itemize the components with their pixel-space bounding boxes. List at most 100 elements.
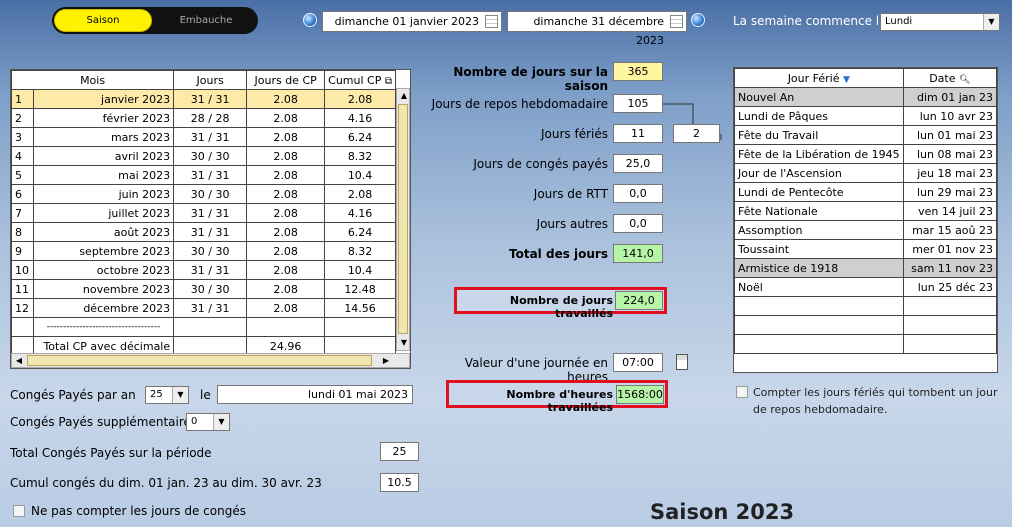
search-icon[interactable]: 🔍︎ [959, 75, 970, 85]
month-days: 31 / 31 [173, 203, 248, 223]
col-header-date[interactable]: Date 🔍︎ [902, 68, 998, 88]
week-start-select[interactable]: Lundi ▼ [880, 13, 1000, 31]
col-header-cumul-cp[interactable]: Cumul CP ⧉ [324, 70, 396, 90]
scroll-left-icon[interactable]: ◀ [12, 354, 26, 368]
col-header-jours[interactable]: Jours [173, 70, 248, 90]
table-row[interactable]: 2 février 2023 28 / 28 2.08 4.16 [11, 108, 396, 128]
month-name: juillet 2023 [32, 203, 175, 223]
table-row[interactable]: Noël lun 25 déc 23 [734, 277, 998, 297]
table-row[interactable]: 11 novembre 2023 30 / 30 2.08 12.48 [11, 279, 396, 299]
chevron-down-icon[interactable]: ▼ [172, 387, 188, 403]
table-row[interactable]: 1 janvier 2023 31 / 31 2.08 2.08 [11, 89, 396, 109]
table-row[interactable]: Nouvel An dim 01 jan 23 [734, 87, 998, 107]
month-days: 30 / 30 [173, 184, 248, 204]
horizontal-scrollbar[interactable]: ◀ ▶ [11, 353, 410, 368]
holidays-table: Jour Férié ▼ Date 🔍︎ Nouvel An dim 01 jan… [734, 68, 998, 354]
total-cp-periode-label: Total Congés Payés sur la période [10, 446, 212, 460]
table-row[interactable]: Assomption mar 15 aoû 23 [734, 220, 998, 240]
col-header-jour-ferie[interactable]: Jour Férié ▼ [734, 68, 904, 88]
vertical-scrollbar[interactable]: ▲ ▼ [396, 88, 410, 351]
holiday-name: Lundi de Pâques [734, 106, 904, 126]
table-row[interactable]: 3 mars 2023 31 / 31 2.08 6.24 [11, 127, 396, 147]
month-name: décembre 2023 [32, 298, 175, 318]
holiday-date: lun 01 mai 23 [902, 125, 998, 145]
copy-icon[interactable]: ⧉ [385, 76, 392, 87]
month-cumul: 8.32 [324, 241, 396, 261]
col-header-jours-cp[interactable]: Jours de CP [246, 70, 326, 90]
cumul-header-label: Cumul CP [328, 73, 382, 87]
cp-days-label: Jours de congés payés [473, 157, 608, 171]
cp-supp-value: 0 [191, 416, 198, 427]
table-row[interactable]: Lundi de Pentecôte lun 29 mai 23 [734, 182, 998, 202]
globe-icon[interactable] [691, 13, 705, 27]
table-row[interactable]: Fête du Travail lun 01 mai 23 [734, 125, 998, 145]
mode-toggle[interactable]: Saison Embauche [52, 7, 258, 34]
chevron-down-icon[interactable]: ▼ [983, 14, 999, 30]
scroll-thumb[interactable] [398, 104, 408, 334]
month-cumul: 12.48 [324, 279, 396, 299]
month-name: janvier 2023 [32, 89, 175, 109]
calculator-icon[interactable] [676, 354, 688, 370]
month-days: 30 / 30 [173, 279, 248, 299]
scroll-right-icon[interactable]: ▶ [379, 354, 393, 368]
end-date-field[interactable]: dimanche 31 décembre 2023 [507, 11, 687, 47]
month-cp: 2.08 [246, 260, 326, 280]
holiday-name: Fête du Travail [734, 125, 904, 145]
month-cp: 2.08 [246, 298, 326, 318]
table-row[interactable]: Lundi de Pâques lun 10 avr 23 [734, 106, 998, 126]
table-row[interactable]: 4 avril 2023 30 / 30 2.08 8.32 [11, 146, 396, 166]
cp-supp-select[interactable]: 0 ▼ [186, 413, 230, 431]
month-days: 31 / 31 [173, 127, 248, 147]
chevron-down-icon[interactable]: ▼ [213, 414, 229, 430]
table-row[interactable]: Armistice de 1918 sam 11 nov 23 [734, 258, 998, 278]
table-row[interactable]: Fête Nationale ven 14 juil 23 [734, 201, 998, 221]
holiday-date: mar 15 aoû 23 [902, 220, 998, 240]
scroll-up-icon[interactable]: ▲ [397, 89, 411, 103]
month-name: août 2023 [32, 222, 175, 242]
toggle-saison[interactable]: Saison [54, 9, 152, 32]
scroll-down-icon[interactable]: ▼ [397, 336, 411, 350]
table-row[interactable]: 6 juin 2023 30 / 30 2.08 2.08 [11, 184, 396, 204]
month-days: 31 / 31 [173, 260, 248, 280]
week-start-value: Lundi [885, 16, 913, 27]
repos-label: Jours de repos hebdomadaire [431, 97, 608, 111]
date-header-label: Date [929, 71, 956, 85]
cp-par-an-select[interactable]: 25 ▼ [145, 386, 189, 404]
month-cumul: 2.08 [324, 184, 396, 204]
month-name: juin 2023 [32, 184, 175, 204]
month-days: 31 / 31 [173, 222, 248, 242]
cumul-conges-label: Cumul congés du dim. 01 jan. 23 au dim. … [10, 476, 322, 490]
globe-icon[interactable] [303, 13, 317, 27]
table-row[interactable]: 10 octobre 2023 31 / 31 2.08 10.4 [11, 260, 396, 280]
holiday-name: Assomption [734, 220, 904, 240]
table-row[interactable]: 12 décembre 2023 31 / 31 2.08 14.56 [11, 298, 396, 318]
holiday-date: lun 08 mai 23 [902, 144, 998, 164]
table-row[interactable]: 7 juillet 2023 31 / 31 2.08 4.16 [11, 203, 396, 223]
cp-date-field[interactable]: lundi 01 mai 2023 [217, 385, 413, 404]
no-count-checkbox[interactable] [13, 505, 25, 517]
month-days: 28 / 28 [173, 108, 248, 128]
holiday-name: Fête de la Libération de 1945 [734, 144, 904, 164]
table-row[interactable]: Fête de la Libération de 1945 lun 08 mai … [734, 144, 998, 164]
month-cumul: 6.24 [324, 222, 396, 242]
month-index: 2 [11, 108, 34, 128]
day-hours-field[interactable]: 07:00 [613, 353, 663, 372]
table-row[interactable]: Jour de l'Ascension jeu 18 mai 23 [734, 163, 998, 183]
col-header-mois[interactable]: Mois [10, 70, 175, 90]
holiday-date: sam 11 nov 23 [902, 258, 998, 278]
table-row[interactable]: 8 août 2023 31 / 31 2.08 6.24 [11, 222, 396, 242]
start-date-field[interactable]: dimanche 01 janvier 2023 [322, 11, 502, 32]
calendar-icon[interactable] [670, 15, 683, 28]
worked-days-label: Nombre de jours travaillés [509, 294, 613, 320]
separator: ----------------------------------- [32, 317, 175, 337]
month-cp: 2.08 [246, 184, 326, 204]
table-row[interactable]: 5 mai 2023 31 / 31 2.08 10.4 [11, 165, 396, 185]
calendar-icon[interactable] [485, 15, 498, 28]
filter-icon[interactable]: ▼ [843, 75, 850, 85]
hscroll-thumb[interactable] [27, 355, 372, 366]
toggle-embauche[interactable]: Embauche [156, 9, 256, 32]
table-row[interactable]: 9 septembre 2023 30 / 30 2.08 8.32 [11, 241, 396, 261]
month-index: 11 [11, 279, 34, 299]
count-feries-checkbox[interactable] [736, 386, 748, 398]
table-row[interactable]: Toussaint mer 01 nov 23 [734, 239, 998, 259]
